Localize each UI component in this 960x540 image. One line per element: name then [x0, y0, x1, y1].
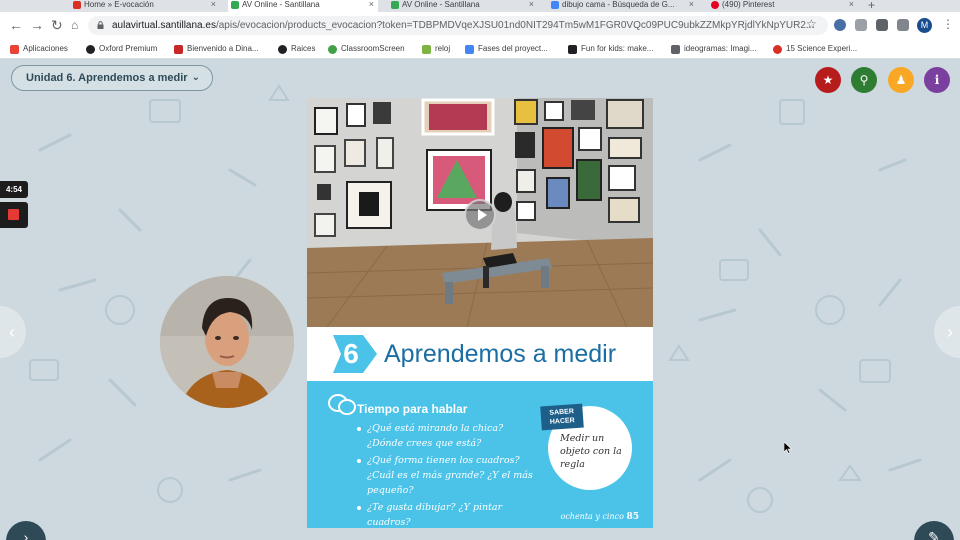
browser-tab[interactable]: dibujo cama - Búsqueda de G... × — [548, 0, 698, 12]
page-footer: ochenta y cinco 85 — [561, 512, 640, 522]
close-tab-icon[interactable]: × — [211, 0, 216, 9]
star-icon: ★ — [822, 73, 834, 87]
globe-icon — [86, 45, 95, 54]
list-item: ¿Qué está mirando la chica? ¿Dónde crees… — [357, 421, 537, 451]
site-favicon-icon — [773, 45, 782, 54]
bookmark-item[interactable]: Oxford Premium — [86, 42, 157, 56]
gallery-video[interactable] — [307, 98, 653, 327]
unit-title-band: 6 Aprendemos a medir — [307, 327, 653, 381]
bookmark-item[interactable]: reloj — [422, 42, 450, 56]
forward-icon[interactable]: → — [30, 18, 44, 32]
address-bar[interactable]: aulavirtual.santillana.es/apis/evocacion… — [88, 16, 828, 35]
textbook-page: 6 Aprendemos a medir Tiempo para hablar … — [307, 98, 653, 528]
bookmark-apps[interactable]: Aplicaciones — [10, 42, 68, 56]
search-icon: ⚲ — [859, 73, 869, 87]
extension-icon[interactable] — [834, 19, 846, 31]
bookmark-item[interactable]: ClassroomScreen — [328, 42, 405, 56]
apps-grid-icon — [10, 45, 19, 54]
chevron-right-icon: › — [947, 322, 953, 342]
chevron-down-icon: ⌄ — [191, 72, 200, 83]
tab-favicon-icon — [551, 1, 559, 9]
tab-favicon-icon — [231, 1, 239, 9]
unit-number: 6 — [343, 338, 359, 369]
browser-toolbar: ← → ↻ ⌂ aulavirtual.santillana.es/apis/e… — [0, 12, 960, 39]
lock-icon — [97, 21, 104, 29]
saber-hacer-tag: SABER HACER — [540, 403, 584, 431]
site-favicon-icon — [174, 45, 183, 54]
info-button[interactable]: i — [924, 67, 950, 93]
stop-icon — [8, 209, 19, 220]
close-tab-icon[interactable]: × — [529, 0, 534, 9]
bookmark-star-icon[interactable]: ☆ — [806, 17, 817, 31]
back-icon[interactable]: ← — [9, 18, 23, 32]
question-list: ¿Qué está mirando la chica? ¿Dónde crees… — [357, 421, 537, 528]
bookmark-item[interactable]: 15 Science Experi... — [773, 42, 857, 56]
bookmark-item[interactable]: Bienvenido a Dina... — [174, 42, 259, 56]
search-button[interactable]: ⚲ — [851, 67, 877, 93]
favorites-button[interactable]: ★ — [815, 67, 841, 93]
browser-tab[interactable]: AV Online - Santillana × — [388, 0, 538, 12]
profile-avatar[interactable]: M — [917, 18, 932, 33]
stop-recording-button[interactable] — [0, 202, 28, 228]
speech-bubbles-icon — [328, 394, 356, 415]
site-favicon-icon — [422, 45, 431, 54]
close-tab-icon[interactable]: × — [849, 0, 854, 9]
site-favicon-icon — [328, 45, 337, 54]
talk-section: Tiempo para hablar ¿Qué está mirando la … — [307, 381, 653, 528]
close-tab-icon[interactable]: × — [689, 0, 694, 9]
bookmark-item[interactable]: Fases del proyect... — [465, 42, 548, 56]
url-host: aulavirtual.santillana.es — [112, 20, 216, 31]
browser-tab[interactable]: (490) Pinterest × — [708, 0, 858, 12]
site-favicon-icon — [568, 45, 577, 54]
puzzle-icon[interactable] — [876, 19, 888, 31]
webcam-video[interactable] — [160, 276, 294, 408]
page-number: 85 — [626, 512, 639, 522]
bookmark-item[interactable]: Raices — [278, 42, 315, 56]
play-icon[interactable] — [464, 199, 496, 231]
bookmark-item[interactable]: Fun for kids: make... — [568, 42, 653, 56]
url-path: /apis/evocacion/products_evocacion?token… — [215, 20, 815, 31]
globe-icon — [278, 45, 287, 54]
saber-hacer-text: Medir un objeto con la regla — [560, 433, 622, 470]
site-favicon-icon — [465, 45, 474, 54]
chevron-right-icon: › — [23, 529, 29, 540]
info-icon: i — [934, 73, 940, 87]
section-title: Tiempo para hablar — [357, 402, 468, 416]
menu-dots-icon[interactable]: ⋮ — [942, 17, 954, 31]
browser-tab[interactable]: Home » E-vocación × — [70, 0, 220, 12]
bookmark-item[interactable]: ideogramas: Imagi... — [671, 42, 756, 56]
tab-favicon-icon — [73, 1, 81, 9]
accessibility-button[interactable]: ♟ — [888, 67, 914, 93]
close-tab-icon[interactable]: × — [369, 0, 374, 9]
pencil-icon: ✎ — [928, 529, 940, 540]
media-icon[interactable] — [897, 19, 909, 31]
site-favicon-icon — [671, 45, 680, 54]
chevron-left-icon: ‹ — [9, 322, 15, 342]
new-tab-button[interactable]: + — [868, 0, 875, 12]
recording-timer: 4:54 — [0, 181, 28, 198]
page-number-words: ochenta y cinco — [560, 512, 624, 521]
home-icon[interactable]: ⌂ — [71, 18, 78, 32]
mouse-cursor-icon — [784, 442, 792, 454]
browser-tab-active[interactable]: AV Online - Santillana × — [228, 0, 378, 12]
app-page: Unidad 6. Aprendemos a medir ⌄ ★ ⚲ ♟ i 4… — [0, 60, 960, 540]
tab-favicon-icon — [391, 1, 399, 9]
tab-favicon-icon — [711, 1, 719, 9]
person-icon: ♟ — [895, 73, 907, 87]
bookmarks-bar: Aplicaciones Oxford Premium Bienvenido a… — [0, 39, 960, 59]
unit-title: Aprendemos a medir — [384, 340, 617, 368]
browser-tab-strip: Home » E-vocación × AV Online - Santilla… — [0, 0, 960, 12]
extension-icon[interactable] — [855, 19, 867, 31]
webcam-person-image — [160, 276, 294, 408]
list-item: ¿Te gusta dibujar? ¿Y pintar cuadros? — [357, 500, 537, 528]
list-item: ¿Qué forma tienen los cuadros? ¿Cuál es … — [357, 453, 537, 498]
reload-icon[interactable]: ↻ — [51, 18, 63, 32]
unit-selector-dropdown[interactable]: Unidad 6. Aprendemos a medir ⌄ — [11, 65, 213, 91]
